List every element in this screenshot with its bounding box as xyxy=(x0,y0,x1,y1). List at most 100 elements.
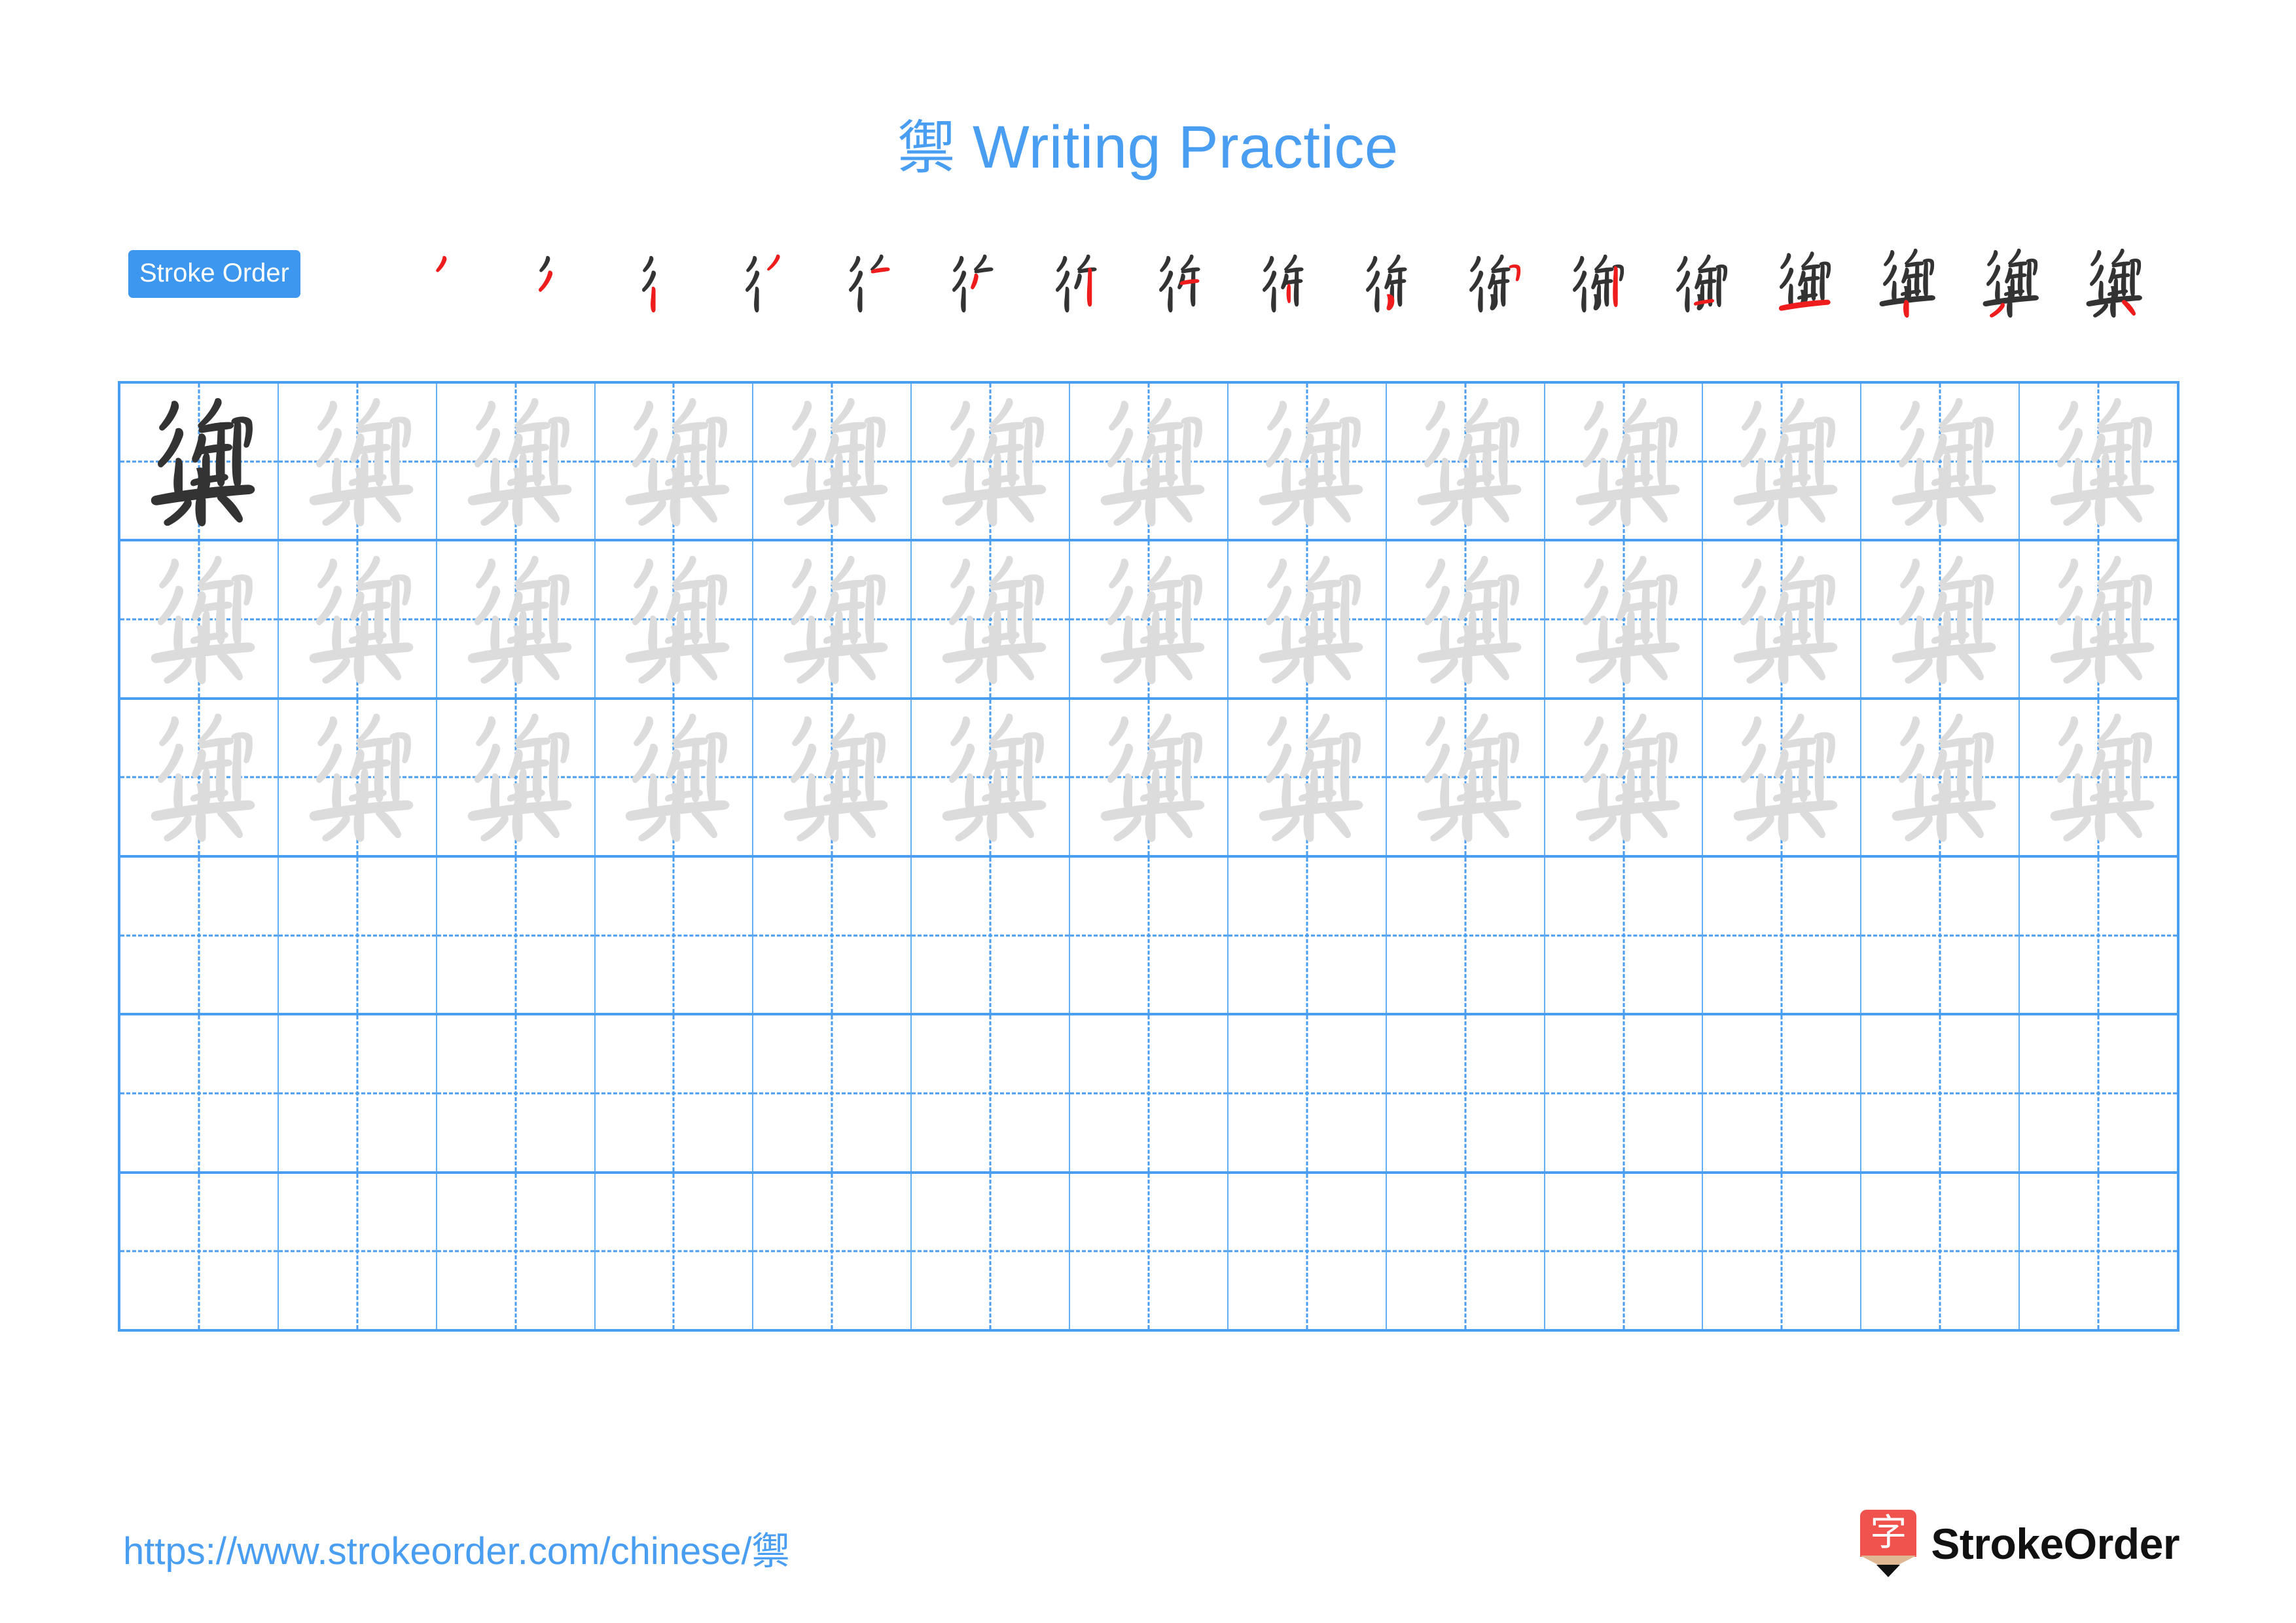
stroke-step-17-glyph xyxy=(2086,248,2142,318)
practice-cell[interactable] xyxy=(120,541,279,697)
character-glyph-trace xyxy=(448,393,584,530)
practice-cell-empty[interactable] xyxy=(1545,1173,1704,1329)
practice-cell[interactable] xyxy=(1229,384,1387,539)
practice-cell[interactable] xyxy=(1070,384,1229,539)
practice-cell[interactable] xyxy=(1545,541,1704,697)
stroke-step-9 xyxy=(1233,244,1336,322)
practice-cell-empty[interactable] xyxy=(1070,1173,1229,1329)
practice-cell[interactable] xyxy=(1387,699,1545,855)
source-url-character: 禦 xyxy=(751,1529,790,1573)
practice-cell[interactable] xyxy=(1861,541,2020,697)
stroke-step-2 xyxy=(509,244,613,322)
practice-cell-empty[interactable] xyxy=(596,1173,754,1329)
practice-cell-empty[interactable] xyxy=(1229,1015,1387,1171)
practice-cell-empty[interactable] xyxy=(1703,1015,1862,1171)
practice-cell-empty[interactable] xyxy=(279,1015,437,1171)
practice-cell-empty[interactable] xyxy=(279,857,437,1013)
brand-footer[interactable]: 字 StrokeOrder xyxy=(1860,1510,2179,1578)
practice-cell[interactable] xyxy=(1545,699,1704,855)
practice-cell[interactable] xyxy=(753,699,912,855)
practice-cell[interactable] xyxy=(596,699,754,855)
practice-cell[interactable] xyxy=(1229,541,1387,697)
practice-cell[interactable] xyxy=(912,699,1071,855)
practice-cell[interactable] xyxy=(437,699,596,855)
practice-cell-empty[interactable] xyxy=(120,1015,279,1171)
character-glyph-trace xyxy=(1713,393,1850,530)
practice-cell-empty[interactable] xyxy=(1861,1173,2020,1329)
stroke-step-11-glyph xyxy=(1469,254,1521,313)
practice-cell-empty[interactable] xyxy=(912,857,1071,1013)
practice-cell[interactable] xyxy=(596,384,754,539)
practice-cell[interactable] xyxy=(279,699,437,855)
practice-cell[interactable] xyxy=(2020,700,2177,855)
practice-cell[interactable] xyxy=(1545,384,1704,539)
practice-cell-empty[interactable] xyxy=(120,857,279,1013)
practice-cell[interactable] xyxy=(912,384,1071,539)
practice-cell[interactable] xyxy=(2020,541,2177,697)
stroke-step-3 xyxy=(613,244,716,322)
practice-cell-empty[interactable] xyxy=(1387,1015,1545,1171)
practice-cell[interactable] xyxy=(279,384,437,539)
practice-cell-empty[interactable] xyxy=(596,1015,754,1171)
stroke-step-17 xyxy=(2060,244,2164,322)
practice-cell[interactable] xyxy=(120,384,279,539)
stroke-step-13-glyph xyxy=(1676,254,1728,313)
practice-cell-empty[interactable] xyxy=(1070,857,1229,1013)
source-url-link[interactable]: https://www.strokeorder.com/chinese/禦 xyxy=(123,1520,790,1575)
stroke-step-4-glyph xyxy=(745,254,780,313)
stroke-step-6 xyxy=(923,244,1026,322)
practice-cell[interactable] xyxy=(753,384,912,539)
practice-cell-empty[interactable] xyxy=(1703,1173,1862,1329)
practice-cell[interactable] xyxy=(1387,541,1545,697)
practice-cell-empty[interactable] xyxy=(1703,857,1862,1013)
practice-cell-empty[interactable] xyxy=(1070,1015,1229,1171)
practice-cell-empty[interactable] xyxy=(912,1015,1071,1171)
practice-cell[interactable] xyxy=(1861,699,2020,855)
practice-cell[interactable] xyxy=(1070,541,1229,697)
stroke-step-11 xyxy=(1440,244,1543,322)
practice-cell[interactable] xyxy=(1861,384,2020,539)
practice-cell-empty[interactable] xyxy=(1861,1015,2020,1171)
practice-cell-empty[interactable] xyxy=(2020,1174,2177,1329)
practice-cell-empty[interactable] xyxy=(2020,1015,2177,1171)
practice-cell-empty[interactable] xyxy=(753,1015,912,1171)
practice-cell-empty[interactable] xyxy=(437,1015,596,1171)
practice-cell-empty[interactable] xyxy=(753,1173,912,1329)
source-url-base: https://www.strokeorder.com/chinese/ xyxy=(123,1530,752,1573)
practice-cell[interactable] xyxy=(1703,384,1862,539)
character-glyph-trace xyxy=(289,393,425,530)
practice-cell-empty[interactable] xyxy=(1387,857,1545,1013)
character-glyph-trace xyxy=(605,393,742,530)
practice-cell-empty[interactable] xyxy=(437,1173,596,1329)
stroke-order-list xyxy=(406,244,2177,322)
practice-cell[interactable] xyxy=(437,384,596,539)
practice-cell[interactable] xyxy=(437,541,596,697)
practice-cell[interactable] xyxy=(753,541,912,697)
practice-cell[interactable] xyxy=(1703,541,1862,697)
stroke-step-2-glyph xyxy=(539,255,553,292)
practice-cell[interactable] xyxy=(1387,384,1545,539)
practice-cell-empty[interactable] xyxy=(437,857,596,1013)
stroke-step-16 xyxy=(1957,244,2060,322)
practice-cell-empty[interactable] xyxy=(1229,1173,1387,1329)
practice-cell-empty[interactable] xyxy=(279,1173,437,1329)
practice-cell[interactable] xyxy=(2020,384,2177,539)
practice-cell-empty[interactable] xyxy=(596,857,754,1013)
practice-cell[interactable] xyxy=(1070,699,1229,855)
practice-cell-empty[interactable] xyxy=(1861,857,2020,1013)
pencil-logo-icon: 字 xyxy=(1860,1510,1917,1578)
practice-cell[interactable] xyxy=(279,541,437,697)
practice-cell[interactable] xyxy=(912,541,1071,697)
practice-cell-empty[interactable] xyxy=(912,1173,1071,1329)
practice-cell-empty[interactable] xyxy=(753,857,912,1013)
practice-cell-empty[interactable] xyxy=(1545,857,1704,1013)
practice-cell[interactable] xyxy=(1229,699,1387,855)
practice-cell-empty[interactable] xyxy=(1545,1015,1704,1171)
practice-cell[interactable] xyxy=(596,541,754,697)
practice-cell[interactable] xyxy=(120,699,279,855)
practice-cell-empty[interactable] xyxy=(1229,857,1387,1013)
practice-cell-empty[interactable] xyxy=(2020,858,2177,1013)
practice-cell-empty[interactable] xyxy=(1387,1173,1545,1329)
practice-cell[interactable] xyxy=(1703,699,1862,855)
practice-cell-empty[interactable] xyxy=(120,1173,279,1329)
